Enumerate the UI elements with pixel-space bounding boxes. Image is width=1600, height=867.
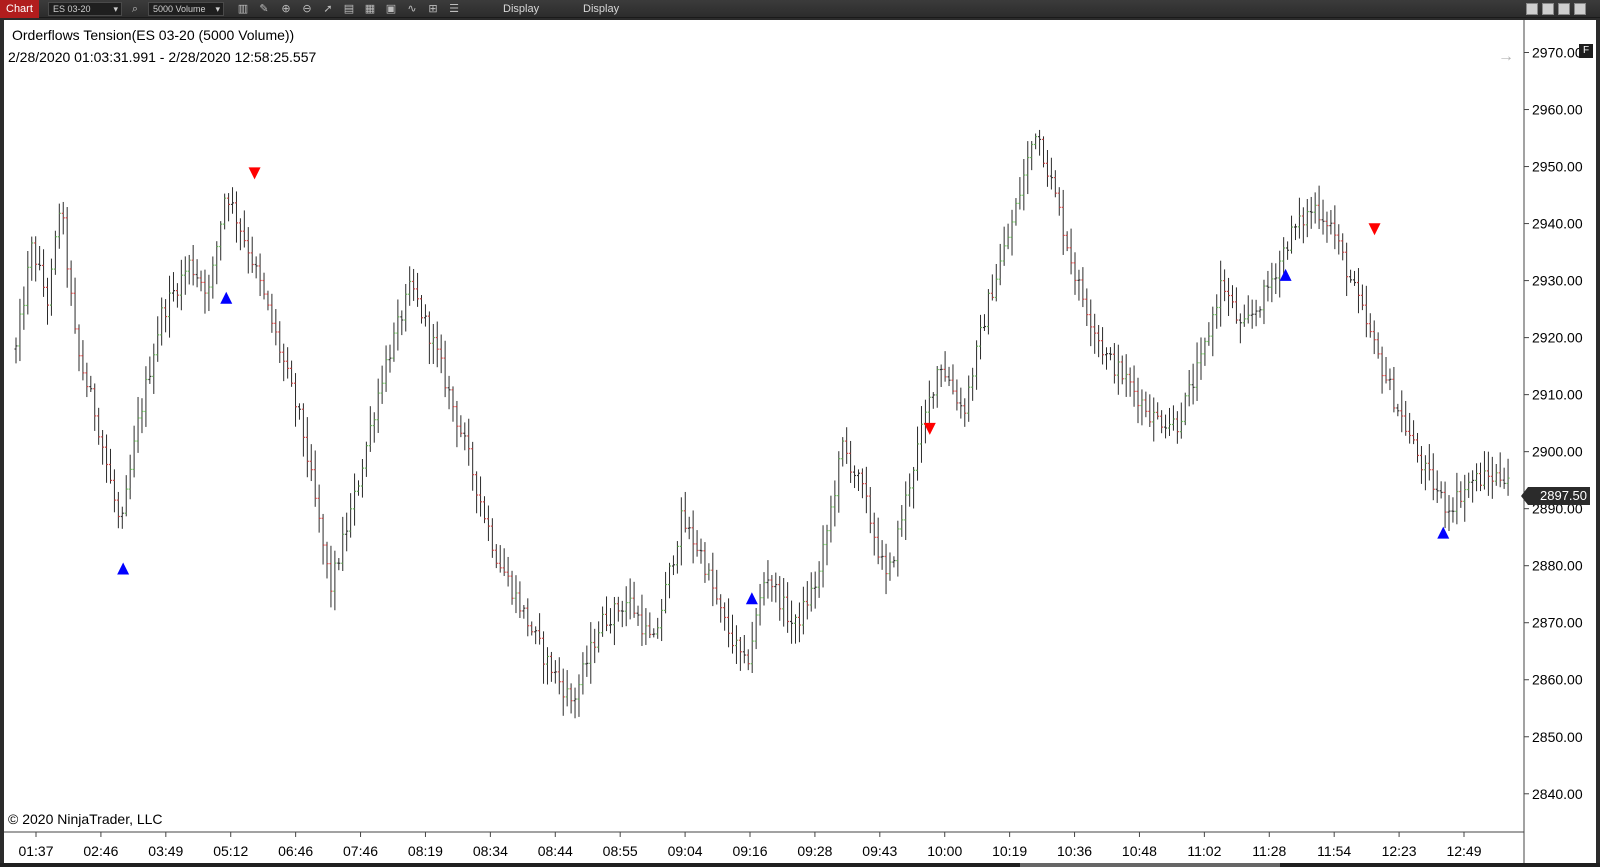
y-tick-label: 2950.00 <box>1532 159 1583 175</box>
x-tick-label: 01:37 <box>18 843 53 859</box>
x-tick-label: 08:34 <box>473 843 508 859</box>
y-tick-label: 2900.00 <box>1532 444 1583 460</box>
zoom-in-icon[interactable]: ⊕ <box>279 2 293 16</box>
x-tick-label: 02:46 <box>83 843 118 859</box>
y-tick-label: 2920.00 <box>1532 330 1583 346</box>
x-tick-label: 10:00 <box>927 843 962 859</box>
y-tick-label: 2910.00 <box>1532 387 1583 403</box>
draw-pencil-icon[interactable]: ✎ <box>257 2 271 16</box>
y-tick-label: 2880.00 <box>1532 558 1583 574</box>
x-tick-label: 05:12 <box>213 843 248 859</box>
x-tick-label: 10:48 <box>1122 843 1157 859</box>
y-tick-label: 2930.00 <box>1532 273 1583 289</box>
pointer-icon[interactable]: ➚ <box>321 2 335 16</box>
chart-range: 2/28/2020 01:03:31.991 - 2/28/2020 12:58… <box>8 49 317 65</box>
signal-up-triangle <box>220 291 233 304</box>
display-button-1[interactable]: Display <box>503 0 539 18</box>
price-chart[interactable]: 2970.00 2960.00 2950.00 2940.00 2930.00 2920.… <box>4 20 1596 863</box>
x-tick-label: 09:28 <box>797 843 832 859</box>
scrollbar-thumb[interactable] <box>1020 863 1280 867</box>
screenshot-icon[interactable]: ▣ <box>384 2 398 16</box>
current-price-badge: 2897.50 <box>1521 487 1590 505</box>
x-tick-label: 09:04 <box>668 843 703 859</box>
instrument-label: ES 03-20 <box>53 4 91 14</box>
x-tick-label: 08:19 <box>408 843 443 859</box>
y-tick-label: 2840.00 <box>1532 786 1583 802</box>
y-tick-label: 2860.00 <box>1532 672 1583 688</box>
x-tick-label: 12:23 <box>1382 843 1417 859</box>
arrow-right-icon[interactable]: → <box>1498 48 1514 66</box>
signal-down-triangle <box>1368 223 1381 236</box>
y-tick-label: 2970.00 <box>1532 45 1583 61</box>
list-icon[interactable]: ☰ <box>447 2 461 16</box>
copyright: © 2020 NinjaTrader, LLC <box>8 811 163 827</box>
chart-title: Orderflows Tension(ES 03-20 (5000 Volume… <box>12 27 295 43</box>
window-tile-icon[interactable] <box>1526 3 1538 15</box>
strategy-icon[interactable]: ⊞ <box>426 2 440 16</box>
x-tick-label: 11:28 <box>1252 843 1286 859</box>
layout-icon[interactable]: ▦ <box>363 2 377 16</box>
x-tick-label: 10:19 <box>992 843 1027 859</box>
horizontal-scrollbar[interactable] <box>0 863 1600 867</box>
window-maximize-icon[interactable] <box>1558 3 1570 15</box>
y-tick-label: 2940.00 <box>1532 216 1583 232</box>
zoom-out-icon[interactable]: ⊖ <box>300 2 314 16</box>
template-icon[interactable]: ▤ <box>342 2 356 16</box>
toolbar: Chart ES 03-20 ▾ ⌕ 5000 Volume ▾ ▥ ✎ ⊕ ⊖… <box>0 0 1600 18</box>
window-close-icon[interactable] <box>1574 3 1586 15</box>
x-tick-label: 08:44 <box>538 843 573 859</box>
chart-tab[interactable]: Chart <box>0 0 39 18</box>
y-tick-label: 2870.00 <box>1532 615 1583 631</box>
signal-down-triangle <box>248 167 261 180</box>
x-tick-label: 07:46 <box>343 843 378 859</box>
y-tick-label: 2960.00 <box>1532 102 1583 118</box>
search-icon[interactable]: ⌕ <box>128 2 142 16</box>
bar-type-selector[interactable]: 5000 Volume ▾ <box>148 2 224 16</box>
signal-up-triangle <box>1279 268 1292 281</box>
x-tick-label: 11:02 <box>1187 843 1221 859</box>
x-tick-label: 09:43 <box>862 843 897 859</box>
indicator-icon[interactable]: ∿ <box>405 2 419 16</box>
chevron-down-icon: ▾ <box>215 4 220 14</box>
instrument-selector[interactable]: ES 03-20 ▾ <box>48 2 122 16</box>
f-badge[interactable]: F <box>1579 44 1593 58</box>
x-tick-label: 12:49 <box>1446 843 1481 859</box>
chart-panel[interactable]: 2970.00 2960.00 2950.00 2940.00 2930.00 2920.… <box>4 20 1596 863</box>
y-tick-label: 2850.00 <box>1532 729 1583 745</box>
bar-chart-icon[interactable]: ▥ <box>236 2 250 16</box>
x-tick-label: 10:36 <box>1057 843 1092 859</box>
signal-up-triangle <box>1437 526 1450 539</box>
x-tick-label: 06:46 <box>278 843 313 859</box>
bar-type-label: 5000 Volume <box>153 4 206 14</box>
chevron-down-icon: ▾ <box>113 4 118 14</box>
x-tick-label: 09:16 <box>732 843 767 859</box>
x-tick-label: 11:54 <box>1317 843 1351 859</box>
window-minimize-icon[interactable] <box>1542 3 1554 15</box>
x-tick-label: 08:55 <box>603 843 638 859</box>
signal-up-triangle <box>117 562 130 575</box>
signal-up-triangle <box>745 592 758 605</box>
x-tick-label: 03:49 <box>148 843 183 859</box>
display-button-2[interactable]: Display <box>583 0 619 18</box>
